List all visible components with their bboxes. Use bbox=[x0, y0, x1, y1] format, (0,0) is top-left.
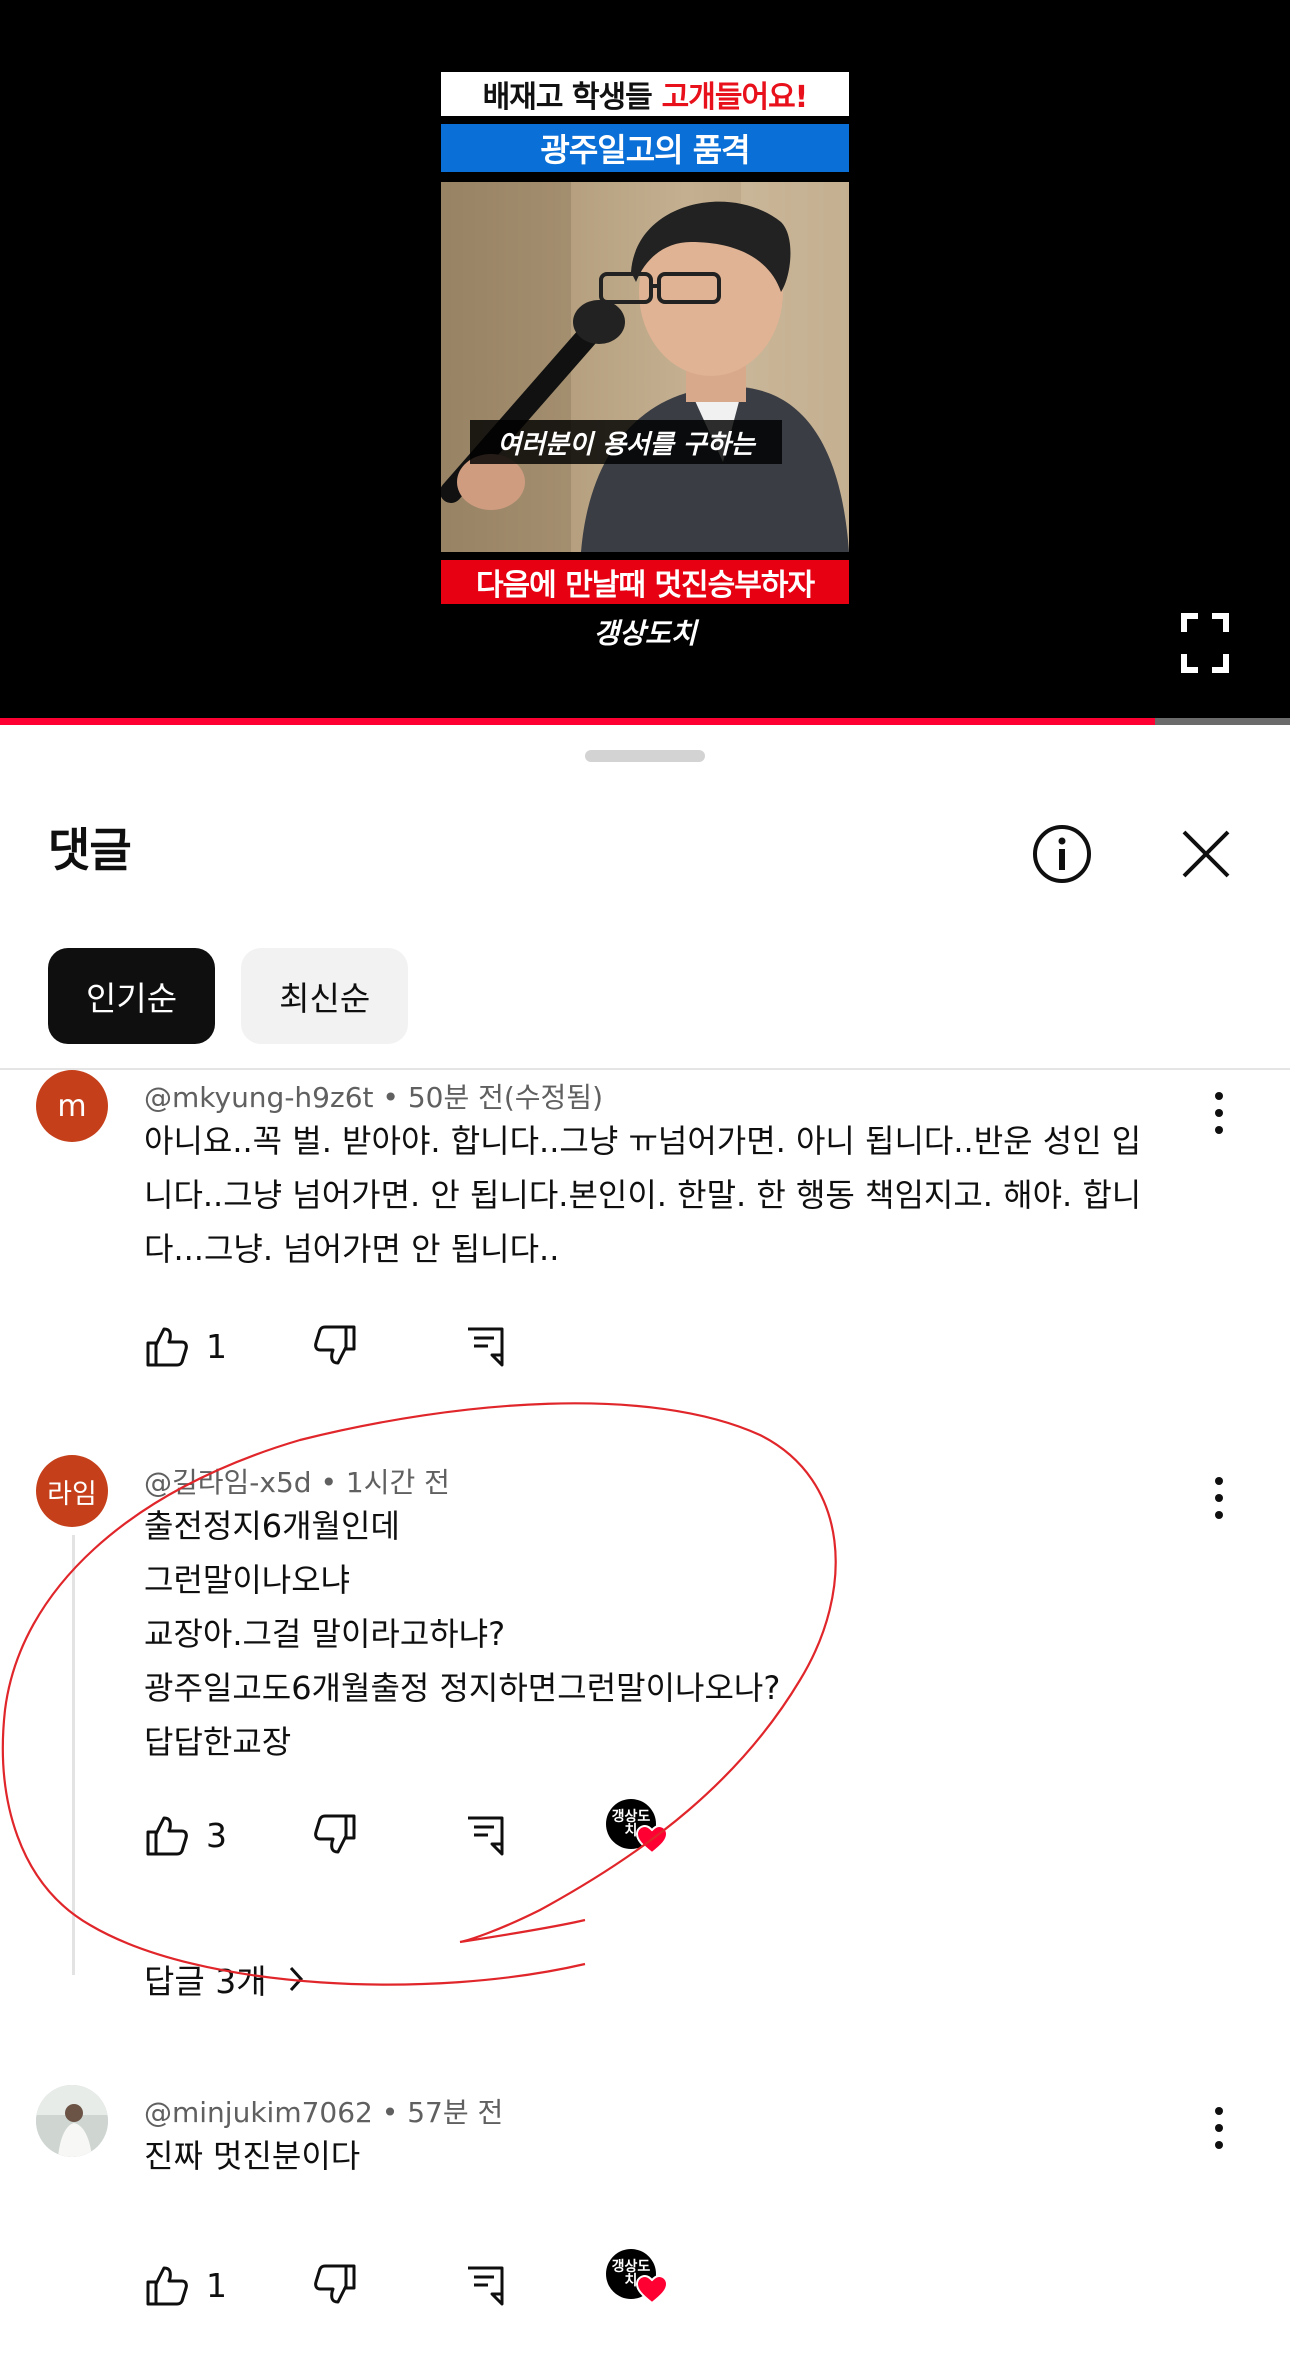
comment-actions: 1 갱상도치 bbox=[144, 2249, 744, 2315]
dislike-button[interactable] bbox=[312, 1316, 358, 1376]
video-banner-mid: 광주일고의 품격 bbox=[441, 124, 849, 172]
comment-line: 아니요..꼭 벌. 받아야. 합니다..그냥 ㅠ넘어가면. 아니 됩니다..반운… bbox=[144, 1122, 1142, 1160]
comment-meta: @minjukim7062 • 57분 전 bbox=[144, 2091, 503, 2131]
video-frame bbox=[441, 182, 849, 552]
video-banner-top: 배재고 학생들 고개들어요! bbox=[441, 72, 849, 116]
meta-separator: • bbox=[382, 1081, 408, 1114]
comment-item: @minjukim7062 • 57분 전 진짜 멋진분이다 1 갱상도치 bbox=[0, 2085, 1290, 2361]
thumbs-up-icon bbox=[146, 1327, 188, 1367]
comment-text: 아니요..꼭 벌. 받아야. 합니다..그냥 ㅠ넘어가면. 아니 됩니다..반운… bbox=[144, 1114, 1204, 1276]
comment-time: 50분 전(수정됨) bbox=[407, 1081, 603, 1114]
more-options-icon[interactable] bbox=[1204, 2101, 1234, 2155]
more-options-icon[interactable] bbox=[1204, 1471, 1234, 1525]
comment-author[interactable]: @minjukim7062 bbox=[144, 2096, 373, 2129]
sort-chip-newest[interactable]: 최신순 bbox=[241, 948, 409, 1044]
comment-line: 니다..그냥 넘어가면. 안 됩니다.본인이. 한말. 한 행동 책임지고. 해… bbox=[144, 1176, 1142, 1214]
avatar[interactable] bbox=[36, 2085, 108, 2157]
like-count: 1 bbox=[206, 1326, 227, 1366]
close-icon[interactable] bbox=[1174, 822, 1238, 886]
comment-time: 57분 전 bbox=[407, 2096, 504, 2129]
sheet-title: 댓글 bbox=[48, 823, 132, 877]
fullscreen-icon[interactable] bbox=[1180, 612, 1230, 674]
reply-icon bbox=[468, 2266, 504, 2306]
video-subtitle: 여러분이 용서를 구하는 bbox=[470, 420, 782, 464]
comment-item: m @mkyung-h9z6t • 50분 전(수정됨) 아니요..꼭 벌. 받… bbox=[0, 1070, 1290, 1370]
thumbs-down-icon bbox=[314, 2264, 356, 2304]
comment-meta: @mkyung-h9z6t • 50분 전(수정됨) bbox=[144, 1076, 603, 1116]
video-progress-bar[interactable] bbox=[0, 718, 1290, 725]
comment-author[interactable]: @mkyung-h9z6t bbox=[144, 1081, 373, 1114]
avatar[interactable]: m bbox=[36, 1070, 108, 1142]
thumbs-down-icon bbox=[314, 1325, 356, 1365]
avatar-photo bbox=[36, 2085, 108, 2157]
red-annotation-circle bbox=[1, 1402, 837, 1986]
video-banner-bottom: 다음에 만날때 멋진승부하자 bbox=[441, 560, 849, 604]
avatar-letter: m bbox=[57, 1088, 87, 1124]
video-player[interactable]: 배재고 학생들 고개들어요! 광주일고의 품격 여러분이 용서를 구하는 다음에… bbox=[0, 0, 1290, 720]
reply-button[interactable] bbox=[462, 2255, 508, 2315]
reply-icon bbox=[468, 1327, 504, 1367]
sort-chips: 인기순 최신순 bbox=[48, 948, 409, 1044]
thumbs-up-icon bbox=[146, 2266, 188, 2306]
comment-line: 다...그냥. 넘어가면 안 됩니다.. bbox=[144, 1230, 560, 1268]
comment-text: 진짜 멋진분이다 bbox=[144, 2129, 1204, 2183]
info-icon[interactable] bbox=[1030, 822, 1094, 886]
channel-watermark: 갱상도치 bbox=[593, 617, 697, 650]
banner-top-highlight: 고개들어요! bbox=[661, 80, 809, 115]
sort-chip-top[interactable]: 인기순 bbox=[48, 948, 216, 1044]
like-button[interactable]: 1 bbox=[144, 1316, 227, 1376]
heart-icon bbox=[636, 2275, 668, 2305]
banner-top-text: 배재고 학생들 bbox=[482, 80, 653, 115]
reply-button[interactable] bbox=[462, 1316, 508, 1376]
dislike-button[interactable] bbox=[312, 2255, 358, 2315]
like-count: 1 bbox=[206, 2265, 227, 2305]
comment-actions: 1 bbox=[144, 1316, 744, 1376]
video-progress-fill bbox=[0, 718, 1155, 725]
comment-line: 진짜 멋진분이다 bbox=[144, 2137, 361, 2175]
more-options-icon[interactable] bbox=[1204, 1086, 1234, 1140]
meta-separator: • bbox=[381, 2096, 408, 2129]
creator-heart-badge: 갱상도치 bbox=[606, 2249, 670, 2313]
like-button[interactable]: 1 bbox=[144, 2255, 227, 2315]
speaker-illustration bbox=[441, 182, 849, 552]
drag-handle[interactable] bbox=[585, 750, 705, 762]
